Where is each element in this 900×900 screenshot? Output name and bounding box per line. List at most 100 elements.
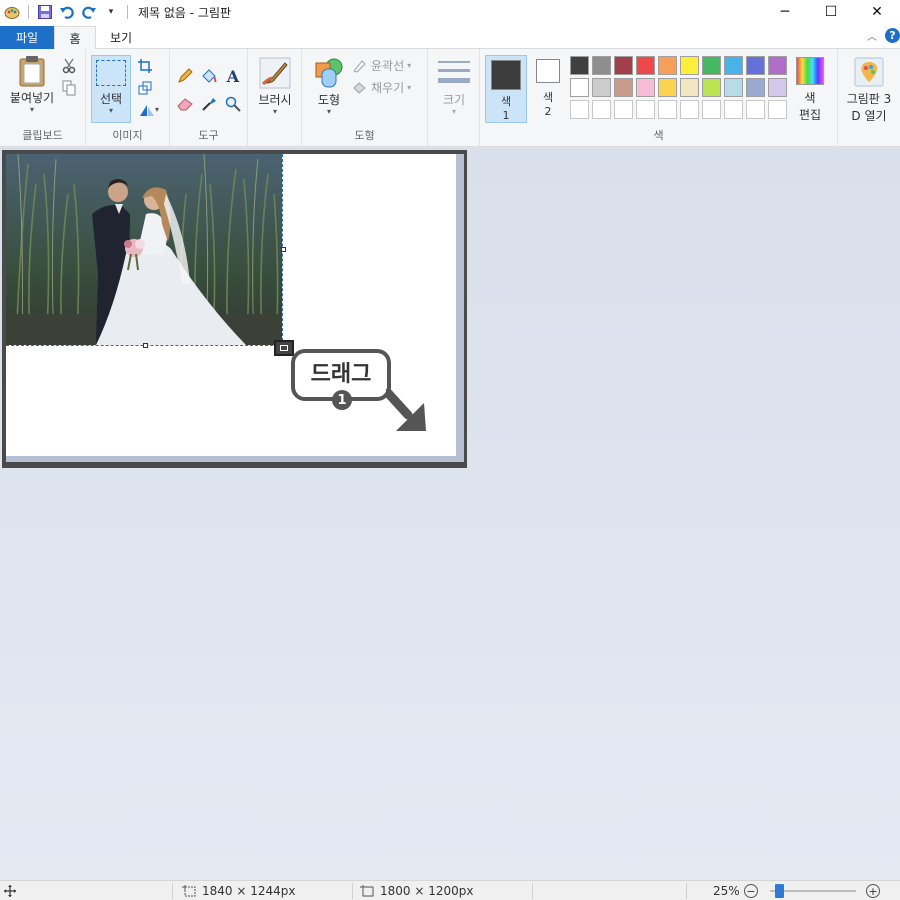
maximize-button[interactable]: ☐ xyxy=(808,0,854,24)
paint3d-label-1: 그림판 3 xyxy=(846,92,892,106)
canvas-frame: 드래그 1 xyxy=(2,150,467,468)
cut-icon[interactable] xyxy=(60,57,78,75)
custom-color-slot[interactable] xyxy=(724,100,743,119)
select-dropdown-icon[interactable]: ▾ xyxy=(109,107,113,115)
size-button[interactable]: 크기 ▾ xyxy=(434,59,474,116)
selection-size: 1840 × 1244px xyxy=(182,881,295,900)
window-controls: ─ ☐ ✕ xyxy=(762,0,900,24)
canvas-shadow-bottom xyxy=(6,456,464,462)
palette-swatch[interactable] xyxy=(724,56,743,75)
color1-label: 색 xyxy=(500,95,512,108)
palette-swatch[interactable] xyxy=(570,78,589,97)
palette-swatch[interactable] xyxy=(636,78,655,97)
color-picker-icon[interactable] xyxy=(200,95,218,113)
palette-swatch[interactable] xyxy=(614,78,633,97)
color-palette xyxy=(570,56,790,122)
fill-button[interactable]: 채우기 ▾ xyxy=(352,79,411,96)
canvas-shadow-right xyxy=(456,154,464,462)
canvas-workspace[interactable]: 드래그 1 xyxy=(0,148,900,880)
custom-color-slot[interactable] xyxy=(658,100,677,119)
brushes-button[interactable]: 브러시 ▾ xyxy=(254,57,296,116)
custom-color-slot[interactable] xyxy=(746,100,765,119)
custom-color-slot[interactable] xyxy=(570,100,589,119)
fill-label: 채우기 xyxy=(371,81,405,95)
selection-handle-right[interactable] xyxy=(281,247,286,252)
paint3d-group: 그림판 3 D 열기 xyxy=(838,49,900,147)
paint-app-icon[interactable] xyxy=(4,4,20,20)
shapes-group: 도형 ▾ 윤곽선 ▾ 채우기 ▾ 도형 xyxy=(302,49,428,147)
palette-swatch[interactable] xyxy=(768,56,787,75)
drag-arrow-icon xyxy=(386,389,426,431)
canvas-size-value: 1800 × 1200px xyxy=(380,884,474,898)
close-button[interactable]: ✕ xyxy=(854,0,900,24)
palette-swatch[interactable] xyxy=(680,56,699,75)
palette-swatch[interactable] xyxy=(592,78,611,97)
open-paint3d-button[interactable]: 그림판 3 D 열기 xyxy=(840,57,898,124)
image-group-label: 이미지 xyxy=(112,129,143,142)
palette-swatch[interactable] xyxy=(680,78,699,97)
custom-color-slot[interactable] xyxy=(592,100,611,119)
crop-icon[interactable] xyxy=(136,57,154,75)
zoom-out-button[interactable]: − xyxy=(744,884,758,898)
palette-swatch[interactable] xyxy=(768,78,787,97)
canvas-size-icon xyxy=(360,885,374,897)
color2-button[interactable]: 색 2 xyxy=(531,59,565,118)
pencil-icon[interactable] xyxy=(176,67,194,85)
redo-icon[interactable] xyxy=(81,4,97,20)
tab-file[interactable]: 파일 xyxy=(0,26,54,49)
shapes-dropdown-icon[interactable]: ▾ xyxy=(327,108,331,116)
shapes-button[interactable]: 도형 ▾ xyxy=(308,57,350,116)
collapse-ribbon-icon[interactable]: ︿ xyxy=(867,28,877,43)
selection-handle-bottom[interactable] xyxy=(143,343,148,348)
canvas-resize-handle[interactable] xyxy=(274,340,294,356)
edit-colors-button[interactable]: 색 편집 xyxy=(788,57,832,123)
tab-view[interactable]: 보기 xyxy=(98,26,144,49)
outline-button[interactable]: 윤곽선 ▾ xyxy=(352,57,411,74)
palette-swatch[interactable] xyxy=(702,56,721,75)
colors-group-label: 색 xyxy=(653,129,664,142)
paste-button[interactable]: 붙여넣기 ▾ xyxy=(6,55,58,114)
color2-number: 2 xyxy=(544,105,552,118)
text-tool-icon[interactable]: A xyxy=(224,67,242,86)
palette-swatch[interactable] xyxy=(702,78,721,97)
color2-label: 색 xyxy=(542,91,554,104)
color1-button[interactable]: 색 1 xyxy=(485,55,527,123)
size-group: 크기 ▾ xyxy=(428,49,480,147)
select-button[interactable]: 선택 ▾ xyxy=(91,55,131,123)
drawing-canvas[interactable]: 드래그 1 xyxy=(6,154,456,456)
fill-bucket-icon[interactable] xyxy=(200,67,218,85)
palette-swatch[interactable] xyxy=(592,56,611,75)
custom-color-slot[interactable] xyxy=(702,100,721,119)
palette-swatch[interactable] xyxy=(570,56,589,75)
eraser-icon[interactable] xyxy=(176,95,194,113)
selection-rectangle[interactable] xyxy=(6,154,283,346)
undo-icon[interactable] xyxy=(59,4,75,20)
help-icon[interactable]: ? xyxy=(885,28,900,43)
custom-color-slot[interactable] xyxy=(680,100,699,119)
brushes-dropdown-icon[interactable]: ▾ xyxy=(273,108,277,116)
window-title: 제목 없음 - 그림판 xyxy=(138,5,232,20)
rotate-icon[interactable]: ▾ xyxy=(136,101,162,119)
zoom-in-button[interactable]: + xyxy=(866,884,880,898)
selection-size-value: 1840 × 1244px xyxy=(202,884,296,898)
custom-color-slot[interactable] xyxy=(768,100,787,119)
palette-swatch[interactable] xyxy=(658,56,677,75)
palette-swatch[interactable] xyxy=(746,56,765,75)
palette-swatch[interactable] xyxy=(746,78,765,97)
magnifier-icon[interactable] xyxy=(224,95,242,113)
customize-toolbar-dropdown-icon[interactable]: ▾ xyxy=(103,4,119,20)
resize-icon[interactable] xyxy=(136,79,154,97)
custom-color-slot[interactable] xyxy=(636,100,655,119)
palette-swatch[interactable] xyxy=(724,78,743,97)
palette-swatch[interactable] xyxy=(636,56,655,75)
palette-swatch[interactable] xyxy=(658,78,677,97)
zoom-slider-thumb[interactable] xyxy=(775,884,784,898)
palette-swatch[interactable] xyxy=(614,56,633,75)
copy-icon[interactable] xyxy=(60,79,78,97)
save-icon[interactable] xyxy=(37,4,53,20)
minimize-button[interactable]: ─ xyxy=(762,0,808,24)
title-bar: ▾ 제목 없음 - 그림판 ─ ☐ ✕ xyxy=(0,0,900,24)
custom-color-slot[interactable] xyxy=(614,100,633,119)
paste-dropdown-icon[interactable]: ▾ xyxy=(30,106,34,114)
tab-home[interactable]: 홈 xyxy=(54,26,96,50)
